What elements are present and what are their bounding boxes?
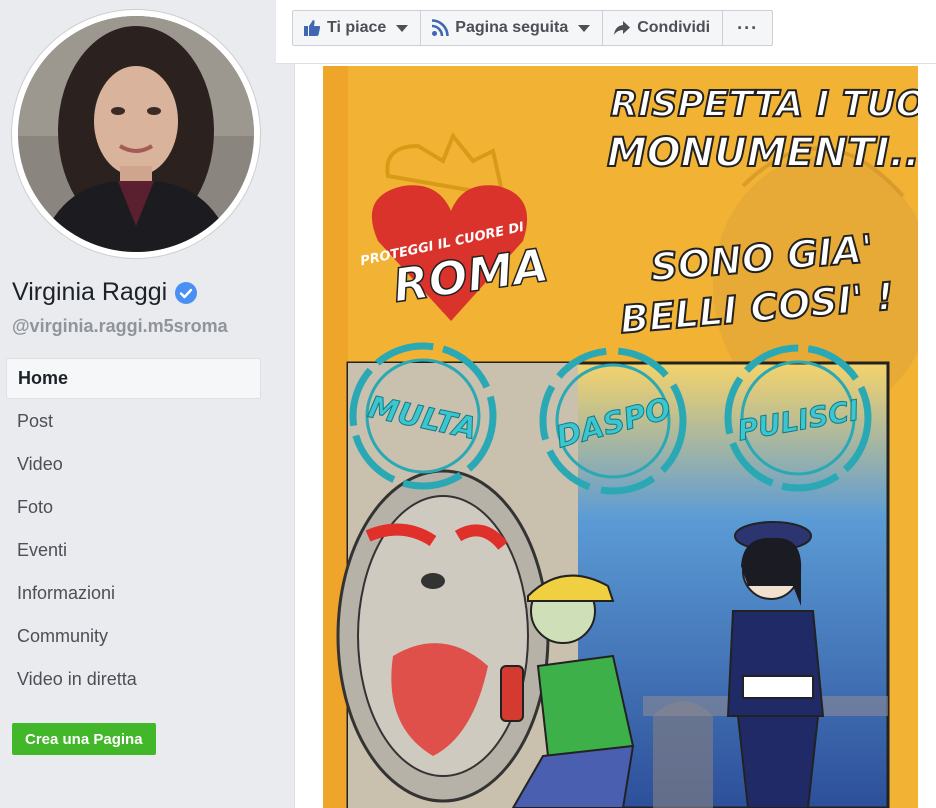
chevron-down-icon <box>396 24 409 32</box>
page-title[interactable]: Virginia Raggi <box>12 278 198 307</box>
rss-icon <box>432 19 450 37</box>
more-options-button[interactable]: ··· <box>722 10 774 46</box>
verified-badge-icon <box>175 281 198 304</box>
post-image[interactable]: PROTEGGI IL CUORE DI ROMA RISPETTA I TUO… <box>323 66 918 808</box>
headline-line-1: RISPETTA I TUOI <box>610 84 918 125</box>
profile-picture[interactable] <box>12 10 260 258</box>
create-page-button[interactable]: Crea una Pagina <box>12 723 156 755</box>
page-name-text[interactable]: Virginia Raggi <box>12 278 167 307</box>
left-column: Virginia Raggi @virginia.raggi.m5sroma H… <box>0 0 276 808</box>
action-buttons: Ti piace Pagina seguita Condividi ··· <box>292 10 774 46</box>
page-username[interactable]: @virginia.raggi.m5sroma <box>12 316 228 337</box>
comic-poster-illustration: PROTEGGI IL CUORE DI ROMA RISPETTA I TUO… <box>323 66 918 808</box>
page-nav: Home Post Video Foto Eventi Informazioni… <box>6 358 261 702</box>
nav-item-community[interactable]: Community <box>6 616 261 657</box>
chevron-down-icon <box>578 24 591 32</box>
nav-item-video[interactable]: Video <box>6 444 261 485</box>
headline-line-2: MONUMENTI... <box>607 130 918 176</box>
nav-item-home[interactable]: Home <box>6 358 261 399</box>
nav-item-foto[interactable]: Foto <box>6 487 261 528</box>
page-action-bar: Ti piace Pagina seguita Condividi ··· <box>276 0 936 64</box>
nav-item-video-in-diretta[interactable]: Video in diretta <box>6 659 261 700</box>
share-button[interactable]: Condividi <box>602 10 724 46</box>
nav-item-informazioni[interactable]: Informazioni <box>6 573 261 614</box>
like-button-label: Ti piace <box>327 19 387 36</box>
follow-button-label: Pagina seguita <box>455 19 569 36</box>
profile-photo <box>18 16 254 252</box>
like-button[interactable]: Ti piace <box>292 10 422 46</box>
thumbs-up-icon <box>304 20 321 36</box>
follow-button[interactable]: Pagina seguita <box>420 10 604 46</box>
nav-item-post[interactable]: Post <box>6 401 261 442</box>
share-button-label: Condividi <box>637 19 711 36</box>
share-arrow-icon <box>614 21 631 35</box>
nav-item-eventi[interactable]: Eventi <box>6 530 261 571</box>
